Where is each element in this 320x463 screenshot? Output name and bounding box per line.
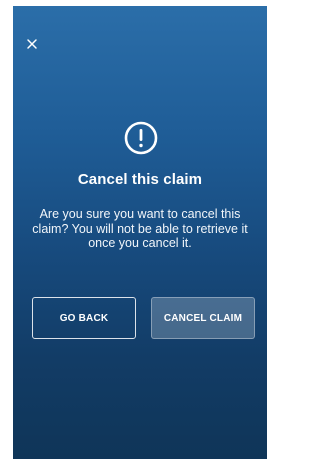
go-back-button[interactable]: GO BACK [32, 297, 136, 339]
exclamation-circle-icon [121, 118, 161, 158]
cancel-claim-button[interactable]: CANCEL CLAIM [151, 297, 255, 339]
dialog-title: Cancel this claim [77, 171, 203, 188]
close-button[interactable] [25, 37, 41, 53]
dialog-message: Are you sure you want to cancel this cla… [32, 207, 248, 250]
cancel-claim-dialog: Cancel this claim Are you sure you want … [13, 6, 267, 459]
device-frame: Cancel this claim Are you sure you want … [0, 0, 278, 463]
close-icon [27, 39, 37, 49]
